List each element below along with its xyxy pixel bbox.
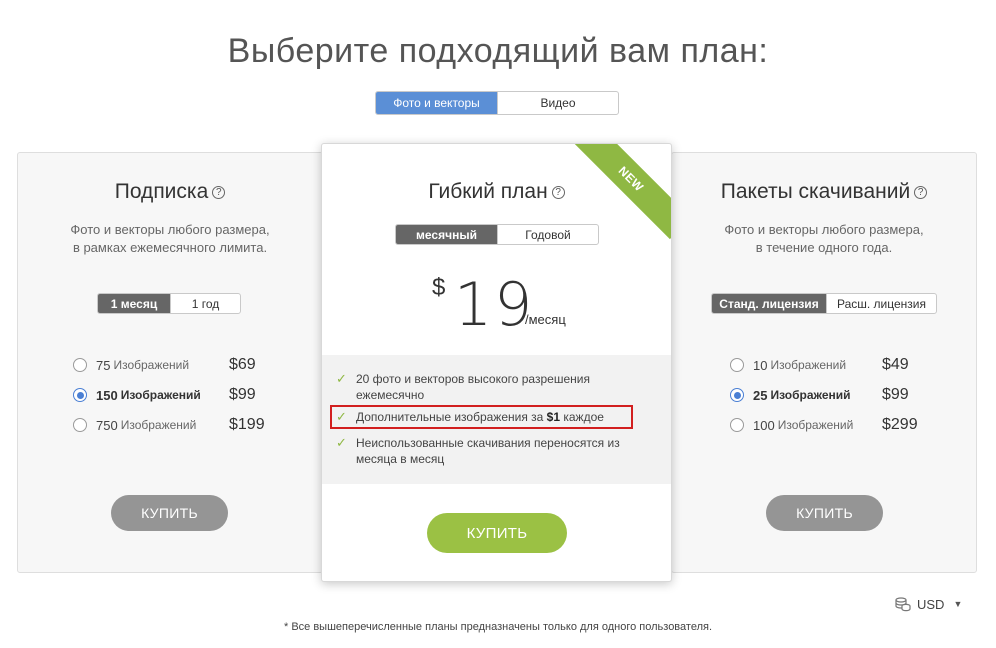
tab-photos-vectors[interactable]: Фото и векторы xyxy=(376,92,497,114)
subscription-option-750[interactable]: 750 Изображений xyxy=(73,410,196,440)
packs-buy-button[interactable]: КУПИТЬ xyxy=(766,495,883,531)
subscription-buy-button[interactable]: КУПИТЬ xyxy=(111,495,228,531)
check-icon: ✓ xyxy=(336,435,347,450)
packs-option-25[interactable]: 25 Изображений xyxy=(730,380,851,410)
subscription-option-75[interactable]: 75 Изображений xyxy=(73,350,189,380)
subscription-title: Подписка? xyxy=(18,180,322,204)
chevron-down-icon: ▼ xyxy=(953,599,963,609)
radio-button-checked[interactable] xyxy=(73,388,87,402)
subscription-card: Подписка? Фото и векторы любого размера,… xyxy=(17,152,323,573)
question-circle-icon[interactable]: ? xyxy=(914,186,928,199)
subscription-description: Фото и векторы любого размера, в рамках … xyxy=(70,222,270,255)
flexible-plan-title: Гибкий план? xyxy=(322,180,671,204)
flexible-price: $ 19 /месяц xyxy=(322,270,671,340)
flexible-buy-button[interactable]: КУПИТЬ xyxy=(427,513,567,553)
radio-button[interactable] xyxy=(73,358,87,372)
question-circle-icon[interactable]: ? xyxy=(212,186,226,199)
currency-selector[interactable]: USD ▼ xyxy=(895,596,962,612)
option-price: $199 xyxy=(229,416,265,433)
price-currency: $ xyxy=(432,274,446,301)
page-title: Выберите подходящий вам план: xyxy=(227,32,769,70)
subscription-option-150[interactable]: 150 Изображений xyxy=(73,380,201,410)
tab-1-month[interactable]: 1 месяц xyxy=(98,294,170,313)
question-circle-icon[interactable]: ? xyxy=(551,186,565,199)
option-price: $99 xyxy=(882,386,909,403)
price-period: /месяц xyxy=(525,312,566,327)
tab-yearly[interactable]: Годовой xyxy=(497,225,598,244)
option-price: $299 xyxy=(882,416,918,433)
currency-label: USD xyxy=(917,596,945,612)
packs-option-10[interactable]: 10 Изображений xyxy=(730,350,846,380)
packs-card: Пакеты скачиваний? Фото и векторы любого… xyxy=(671,152,977,573)
coins-icon xyxy=(895,597,911,612)
feature-item-highlighted: ✓ Дополнительные изображения за $1 каждо… xyxy=(330,405,633,429)
radio-button[interactable] xyxy=(730,418,744,432)
feature-item: ✓ 20 фото и векторов высокого разрешения… xyxy=(336,371,590,402)
check-icon: ✓ xyxy=(336,371,347,386)
radio-button[interactable] xyxy=(730,358,744,372)
footnote: * Все вышеперечисленные планы предназнач… xyxy=(283,621,713,633)
feature-list: ✓ 20 фото и векторов высокого разрешения… xyxy=(322,355,671,484)
price-value: 19 xyxy=(454,270,535,340)
feature-item: ✓ Неиспользованные скачивания переносятс… xyxy=(336,435,620,466)
check-icon: ✓ xyxy=(336,409,347,424)
flexible-period-toggle: месячный Годовой xyxy=(395,224,599,245)
flexible-plan-card: NEW Гибкий план? месячный Годовой $ 19 /… xyxy=(321,143,672,582)
tab-extended-license[interactable]: Расш. лицензия xyxy=(826,294,936,313)
option-price: $69 xyxy=(229,356,256,373)
radio-button[interactable] xyxy=(73,418,87,432)
option-price: $49 xyxy=(882,356,909,373)
tab-video[interactable]: Видео xyxy=(497,92,618,114)
tab-standard-license[interactable]: Станд. лицензия xyxy=(712,294,826,313)
tab-1-year[interactable]: 1 год xyxy=(170,294,240,313)
radio-button-checked[interactable] xyxy=(730,388,744,402)
media-type-toggle: Фото и векторы Видео xyxy=(375,91,619,115)
packs-title: Пакеты скачиваний? xyxy=(672,180,976,204)
packs-option-100[interactable]: 100 Изображений xyxy=(730,410,853,440)
subscription-period-toggle: 1 месяц 1 год xyxy=(97,293,241,314)
packs-description: Фото и векторы любого размера, в течение… xyxy=(724,222,924,255)
option-price: $99 xyxy=(229,386,256,403)
packs-license-toggle: Станд. лицензия Расш. лицензия xyxy=(711,293,937,314)
tab-monthly[interactable]: месячный xyxy=(396,225,497,244)
